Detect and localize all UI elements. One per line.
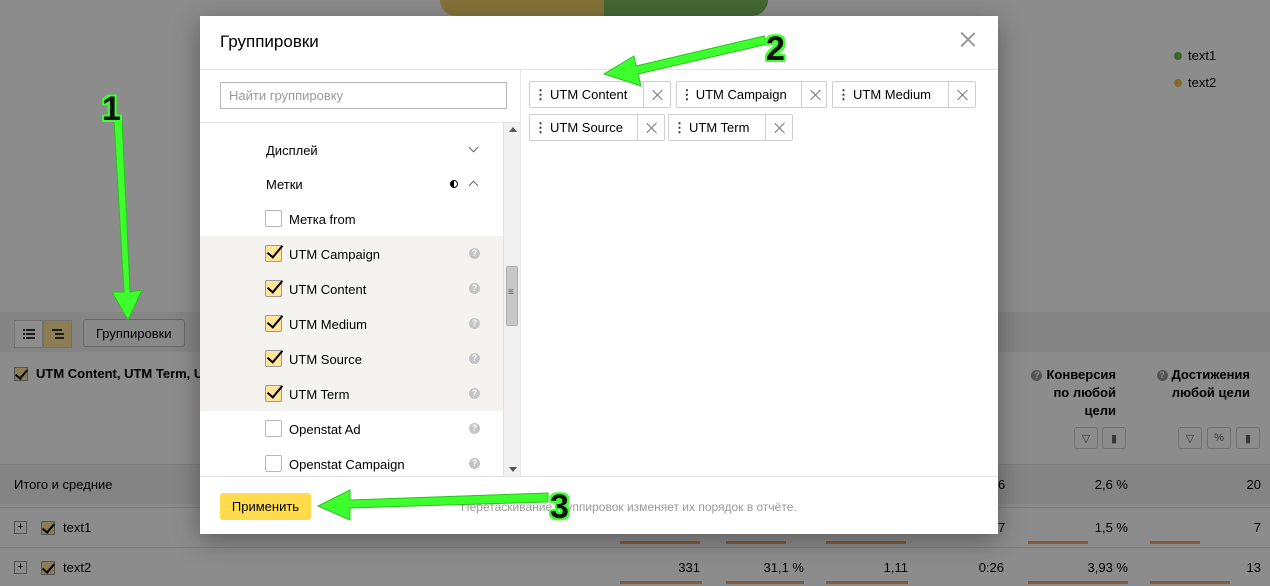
annotation-arrow-1: [111, 118, 143, 322]
annotation-number-3: 3: [550, 488, 569, 526]
annotation-arrow-2: [602, 35, 769, 87]
annotation-arrows: [111, 35, 769, 521]
annotation-number-2: 2: [766, 30, 785, 68]
annotation-arrow-3: [316, 489, 549, 521]
annotation-number-1: 1: [102, 90, 121, 128]
